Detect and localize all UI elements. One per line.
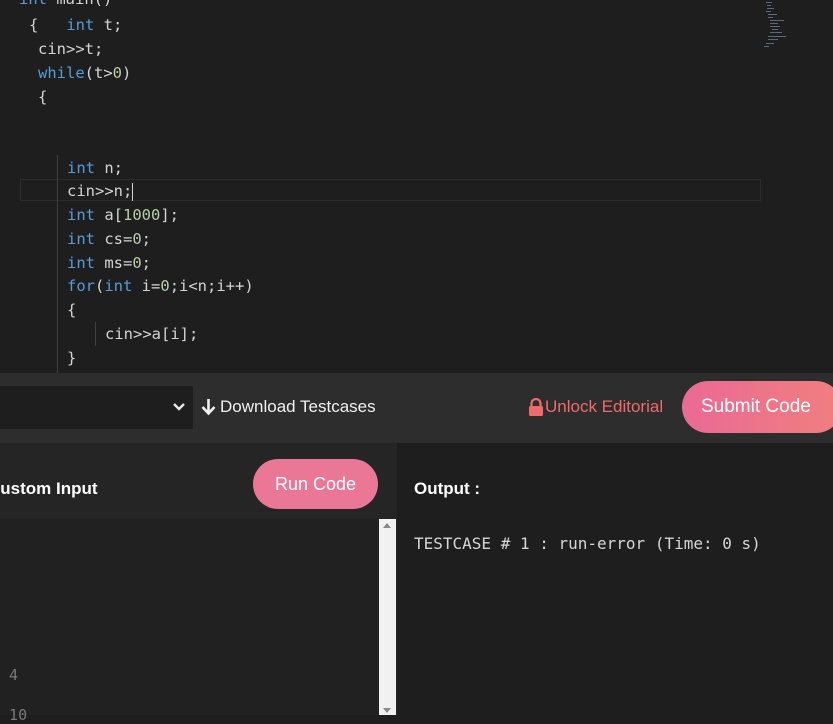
scroll-up-arrow-icon[interactable] (383, 523, 391, 528)
code-line: int a[1000]; (67, 206, 179, 224)
output-panel: Output : TESTCASE # 1 : run-error (Time:… (397, 443, 833, 715)
minimap[interactable] (762, 0, 792, 52)
output-text: TESTCASE # 1 : run-error (Time: 0 s) (414, 534, 761, 553)
custom-input-textarea[interactable]: 3 4 6 10 (0, 519, 379, 724)
custom-input-label: Custom Input (0, 479, 98, 498)
code-line: while(t>0) (38, 64, 132, 82)
editor-toolbar: Download Testcases Unlock Editorial Subm… (0, 373, 833, 443)
code-line: { (67, 301, 77, 319)
chevron-down-icon (173, 403, 185, 411)
custom-input-panel: Custom Input Run Code 3 4 6 10 (0, 443, 397, 724)
download-testcases-label: Download Testcases (220, 397, 376, 416)
submit-code-button[interactable]: Submit Code (682, 381, 833, 433)
lock-icon (529, 397, 543, 416)
unlock-editorial-label: Unlock Editorial (545, 397, 664, 416)
code-line: int n; (67, 159, 123, 177)
scroll-down-arrow-icon[interactable] (383, 708, 391, 713)
code-line: { int t; (29, 16, 123, 34)
indent-guide (95, 322, 96, 346)
input-line: 6 10 (0, 706, 28, 724)
code-line: int cs=0; (67, 230, 152, 248)
input-line: 3 4 (0, 666, 19, 684)
language-select[interactable] (0, 386, 193, 429)
code-line: int main() (19, 0, 112, 11)
code-line: cin>>n; (67, 182, 134, 201)
code-line: { (38, 88, 48, 106)
text-caret (132, 182, 134, 201)
code-line: cin>>t; (38, 40, 104, 58)
code-line: cin>>a[i]; (105, 325, 199, 343)
code-line: } (67, 349, 77, 367)
arrow-down-icon (201, 399, 216, 416)
code-editor[interactable]: int main() { int t; cin>>t; while(t>0) {… (0, 0, 833, 373)
run-code-button[interactable]: Run Code (253, 459, 378, 509)
unlock-editorial-link[interactable]: Unlock Editorial (528, 396, 663, 418)
output-label: Output : (414, 479, 481, 498)
code-line: for(int i=0;i<n;i++) (67, 277, 254, 295)
input-scrollbar[interactable] (379, 519, 396, 715)
download-testcases-link[interactable]: Download Testcases (201, 396, 376, 418)
code-line: int ms=0; (67, 254, 152, 272)
indent-guide (57, 155, 58, 373)
